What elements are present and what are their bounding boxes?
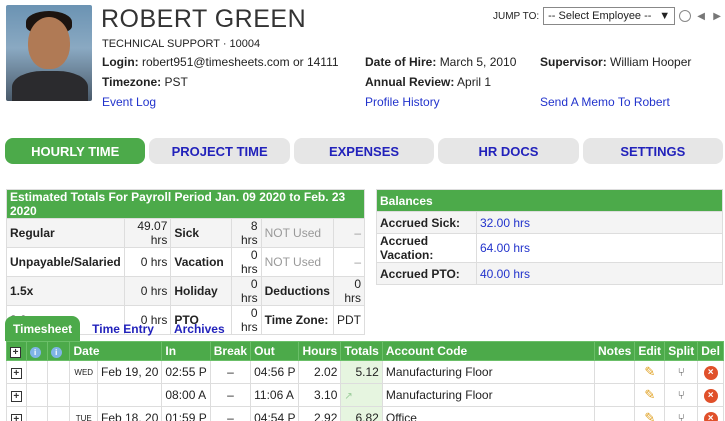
tab-expenses[interactable]: EXPENSES: [293, 138, 435, 164]
totals-title: Estimated Totals For Payroll Period Jan.…: [6, 189, 365, 219]
search-icon[interactable]: [679, 10, 692, 22]
payroll-totals-table: Estimated Totals For Payroll Period Jan.…: [6, 189, 365, 335]
split-icon[interactable]: ⑂: [678, 411, 685, 421]
prev-icon[interactable]: ◀: [695, 10, 707, 22]
delete-icon[interactable]: ×: [703, 389, 718, 403]
balances-table: Balances Accrued Sick: 32.00 hrs Accrued…: [376, 189, 723, 285]
timezone-info: Timezone: PST: [102, 75, 188, 89]
login-id: 14111: [306, 55, 339, 69]
info-icon[interactable]: i: [50, 347, 62, 358]
tab-time-entry[interactable]: Time Entry: [84, 316, 162, 341]
col-split: Split: [664, 341, 699, 361]
col-totals[interactable]: Totals: [340, 341, 383, 361]
expand-row-icon[interactable]: +: [10, 368, 22, 379]
main-tabs: HOURLY TIME PROJECT TIME EXPENSES HR DOC…: [5, 138, 724, 164]
employee-department: TECHNICAL SUPPORT · 10004: [102, 38, 261, 50]
pencil-icon[interactable]: ✎: [644, 410, 655, 421]
table-row: Accrued Sick: 32.00 hrs: [376, 211, 723, 234]
tab-timesheet[interactable]: Timesheet: [5, 316, 81, 341]
timesheet-table: + i i Date In Break Out Hours Totals Acc…: [6, 341, 724, 421]
send-memo-link[interactable]: Send A Memo To Robert: [540, 95, 670, 109]
split-icon[interactable]: ⑂: [678, 388, 685, 402]
tab-project-time[interactable]: PROJECT TIME: [149, 138, 290, 164]
col-account-code[interactable]: Account Code: [381, 341, 596, 361]
delete-icon[interactable]: ×: [703, 366, 718, 380]
login-email: robert951@timesheets.com: [142, 55, 290, 69]
login-info: Login: robert951@timesheets.com or 14111: [102, 55, 339, 69]
employee-select[interactable]: -- Select Employee -- ▼: [543, 7, 676, 25]
expand-all-icon[interactable]: +: [10, 347, 21, 358]
col-break[interactable]: Break: [209, 341, 252, 361]
supervisor-info: Supervisor: William Hooper: [540, 55, 692, 69]
profile-history-link[interactable]: Profile History: [365, 95, 440, 109]
accrued-pto-link[interactable]: 40.00 hrs: [480, 267, 530, 281]
col-hours[interactable]: Hours: [298, 341, 342, 361]
expand-row-icon[interactable]: +: [10, 391, 22, 402]
dropdown-arrow-icon: ▼: [659, 10, 671, 22]
employee-name: ROBERT GREEN: [101, 5, 307, 33]
table-row: Accrued PTO: 40.00 hrs: [376, 262, 723, 285]
table-row: + TUE Feb 18, 20 01:59 P – 04:54 P 2.92 …: [6, 406, 724, 421]
table-row: Unpayable/Salaried 0 hrs Vacation 0 hrs …: [6, 247, 365, 277]
accrued-vacation-link[interactable]: 64.00 hrs: [480, 241, 530, 255]
col-out[interactable]: Out: [250, 341, 300, 361]
table-row: Regular 49.07 hrs Sick 8 hrs NOT Used –: [6, 218, 365, 248]
balances-title: Balances: [376, 189, 723, 212]
employee-photo: [6, 5, 92, 101]
pencil-icon[interactable]: ✎: [644, 387, 655, 402]
next-icon[interactable]: ▶: [711, 10, 723, 22]
tab-settings[interactable]: SETTINGS: [582, 138, 724, 164]
hire-date-info: Date of Hire: March 5, 2010: [365, 55, 517, 69]
col-del: Del: [697, 341, 724, 361]
jump-to: JUMP TO: -- Select Employee -- ▼ ◀ ▶: [493, 7, 723, 25]
tab-archives[interactable]: Archives: [166, 316, 233, 341]
table-row: 1.5x 0 hrs Holiday 0 hrs Deductions 0 hr…: [6, 276, 365, 306]
pencil-icon[interactable]: ✎: [644, 364, 655, 379]
jump-to-label: JUMP TO:: [493, 10, 540, 22]
col-in[interactable]: In: [161, 341, 211, 361]
col-notes[interactable]: Notes: [593, 341, 636, 361]
annual-review-info: Annual Review: April 1: [365, 75, 492, 89]
table-row: + 08:00 A – 11:06 A 3.10 ↗ Manufacturing…: [6, 383, 724, 407]
col-date[interactable]: Date: [69, 341, 163, 361]
tab-hourly-time[interactable]: HOURLY TIME: [5, 138, 146, 164]
tab-hr-docs[interactable]: HR DOCS: [438, 138, 579, 164]
col-edit: Edit: [634, 341, 666, 361]
table-row: Accrued Vacation: 64.00 hrs: [376, 233, 723, 263]
table-row: + WED Feb 19, 20 02:55 P – 04:56 P 2.02 …: [6, 360, 724, 384]
event-log-link[interactable]: Event Log: [102, 95, 156, 109]
delete-icon[interactable]: ×: [703, 412, 718, 421]
expand-row-icon[interactable]: +: [10, 414, 22, 421]
info-icon[interactable]: i: [29, 347, 41, 358]
split-icon[interactable]: ⑂: [678, 365, 685, 379]
timesheet-subtabs: Timesheet Time Entry Archives: [5, 316, 233, 341]
timesheet-header-row: + i i Date In Break Out Hours Totals Acc…: [6, 341, 724, 361]
arrow-up-icon: ↗: [344, 391, 353, 402]
accrued-sick-link[interactable]: 32.00 hrs: [480, 216, 530, 230]
